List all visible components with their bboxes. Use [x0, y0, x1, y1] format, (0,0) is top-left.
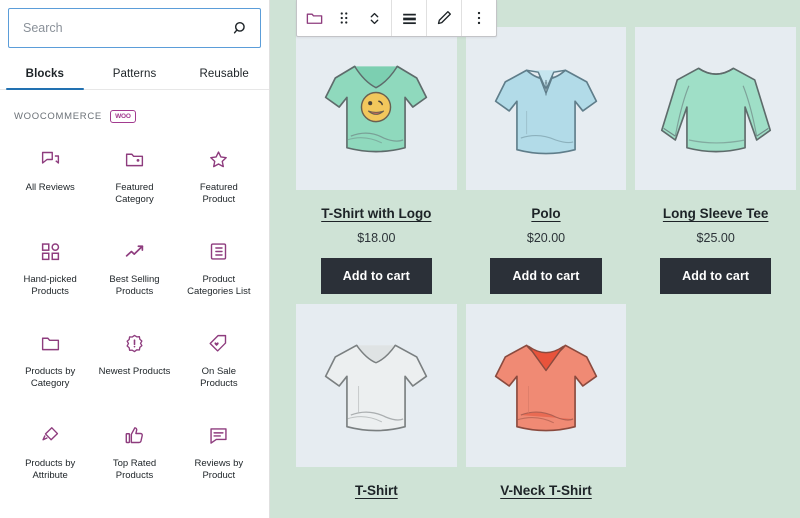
add-to-cart-button[interactable]: Add to cart — [320, 258, 432, 294]
folder-dot-icon — [122, 147, 146, 171]
product-title[interactable]: T-Shirt with Logo — [321, 206, 431, 221]
product-card[interactable]: T-Shirt — [296, 304, 457, 498]
woocommerce-logo-badge: WOO — [109, 110, 136, 123]
product-title[interactable]: Polo — [531, 206, 560, 221]
product-title[interactable]: T-Shirt — [355, 483, 398, 498]
gray-tshirt-illustration — [325, 343, 428, 431]
drag-handle-button[interactable] — [329, 1, 359, 36]
move-updown-button[interactable] — [359, 1, 389, 36]
thumbs-up-icon — [122, 423, 146, 447]
block-item-featured-product[interactable]: Featured Product — [177, 137, 261, 223]
edit-pencil-button[interactable] — [429, 1, 459, 36]
editor-canvas: T-Shirt with Logo $18.00 Add to cart Pol… — [270, 0, 800, 518]
block-item-hand-picked-products[interactable]: Hand-picked Products — [8, 229, 92, 315]
add-to-cart-button[interactable]: Add to cart — [660, 258, 772, 294]
trending-up-icon — [122, 239, 146, 263]
block-label: Top Rated Products — [112, 458, 157, 481]
block-type-folder-button[interactable] — [299, 1, 329, 36]
block-item-reviews-by-product[interactable]: Reviews by Product — [177, 413, 261, 499]
new-badge-icon — [122, 331, 146, 355]
sale-tag-icon — [207, 331, 231, 355]
align-button[interactable] — [394, 1, 424, 36]
product-title[interactable]: Long Sleeve Tee — [663, 206, 769, 221]
block-grid: All Reviews Featured Category Featured P… — [0, 133, 269, 499]
search-input[interactable] — [23, 21, 232, 35]
tab-blocks[interactable]: Blocks — [0, 58, 90, 90]
blue-polo-shirt-illustration — [494, 68, 598, 154]
block-label: Best Selling Products — [109, 274, 160, 297]
block-label: On Sale Products — [200, 366, 238, 389]
product-grid: T-Shirt with Logo $18.00 Add to cart Pol… — [296, 27, 796, 498]
block-item-featured-category[interactable]: Featured Category — [92, 137, 176, 223]
coral-vneck-tshirt-illustration — [494, 343, 598, 431]
product-image[interactable] — [296, 304, 457, 467]
block-item-products-by-category[interactable]: Products by Category — [8, 321, 92, 407]
block-toolbar — [296, 0, 497, 37]
add-to-cart-button[interactable]: Add to cart — [490, 258, 602, 294]
block-label: Featured Product — [199, 182, 238, 205]
block-item-products-by-attribute[interactable]: Products by Attribute — [8, 413, 92, 499]
toolbar-group-edit — [427, 0, 462, 36]
block-label: Newest Products — [98, 366, 171, 377]
block-label: Featured Category — [115, 182, 154, 205]
mint-long-sleeve-illustration — [660, 66, 771, 152]
search-section — [0, 0, 269, 54]
product-card[interactable]: Long Sleeve Tee $25.00 Add to cart — [635, 27, 796, 294]
block-item-product-categories-list[interactable]: Product Categories List — [177, 229, 261, 315]
block-label: All Reviews — [25, 182, 75, 193]
product-image[interactable] — [465, 304, 627, 467]
reviews-comments-icon — [38, 147, 62, 171]
product-price: $18.00 — [357, 231, 396, 245]
inserter-tabs: Blocks Patterns Reusable — [0, 58, 269, 90]
list-box-icon — [207, 239, 231, 263]
product-price: $20.00 — [526, 231, 566, 245]
block-item-top-rated-products[interactable]: Top Rated Products — [92, 413, 176, 499]
more-options-button[interactable] — [464, 1, 494, 36]
green-tshirt-logo-illustration — [325, 65, 428, 152]
star-icon — [207, 147, 231, 171]
product-image[interactable] — [465, 27, 627, 190]
block-item-on-sale-products[interactable]: On Sale Products — [177, 321, 261, 407]
product-card[interactable]: Polo $20.00 Add to cart — [465, 27, 627, 294]
block-label: Hand-picked Products — [23, 274, 77, 297]
tab-patterns[interactable]: Patterns — [90, 58, 180, 89]
product-price: $25.00 — [696, 231, 735, 245]
product-image[interactable] — [296, 27, 457, 190]
product-image[interactable] — [635, 27, 796, 190]
tab-reusable[interactable]: Reusable — [179, 58, 269, 89]
block-item-best-selling-products[interactable]: Best Selling Products — [92, 229, 176, 315]
editor-screen: Blocks Patterns Reusable WOOCOMMERCE WOO… — [0, 0, 800, 518]
toolbar-group-block — [297, 0, 392, 36]
product-card[interactable]: V-Neck T-Shirt — [465, 304, 627, 498]
category-title: WOOCOMMERCE — [14, 111, 102, 122]
block-item-newest-products[interactable]: Newest Products — [92, 321, 176, 407]
comment-box-icon — [207, 423, 231, 447]
block-label: Reviews by Product — [194, 458, 244, 481]
block-label: Products by Category — [25, 366, 76, 389]
block-inserter-panel: Blocks Patterns Reusable WOOCOMMERCE WOO… — [0, 0, 270, 518]
search-box[interactable] — [8, 8, 261, 48]
product-card[interactable]: T-Shirt with Logo $18.00 Add to cart — [296, 27, 457, 294]
toolbar-group-more — [462, 0, 496, 36]
block-label: Product Categories List — [187, 274, 251, 297]
product-title[interactable]: V-Neck T-Shirt — [500, 483, 592, 498]
block-item-all-reviews[interactable]: All Reviews — [8, 137, 92, 223]
grid-shapes-icon — [38, 239, 62, 263]
folder-icon — [38, 331, 62, 355]
attribute-tilt-icon — [38, 423, 62, 447]
block-label: Products by Attribute — [25, 458, 76, 481]
category-header: WOOCOMMERCE WOO — [0, 90, 269, 133]
toolbar-group-align — [392, 0, 427, 36]
search-icon — [232, 19, 250, 37]
